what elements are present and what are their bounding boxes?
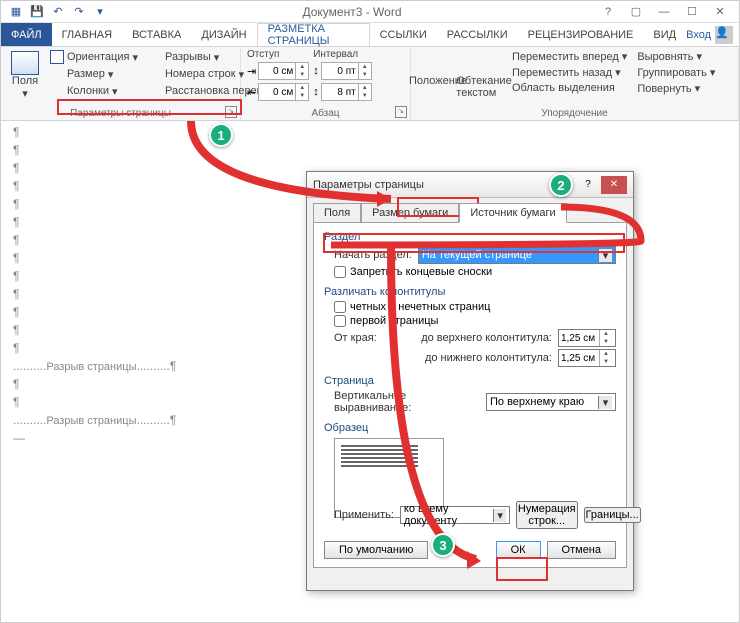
- page-setup-launcher[interactable]: ↘: [225, 106, 237, 118]
- save-icon[interactable]: 💾: [28, 3, 46, 21]
- suppress-endnotes-checkbox[interactable]: [334, 266, 346, 278]
- from-edge-label: От края:: [334, 332, 377, 344]
- indent-left-spin[interactable]: ▲▼: [258, 62, 309, 80]
- apply-to-label: Применить:: [334, 509, 394, 521]
- start-section-combo[interactable]: На текущей странице▾: [418, 246, 616, 264]
- paragraph-launcher[interactable]: ↘: [395, 106, 407, 118]
- qat-customize-icon[interactable]: ▾: [91, 3, 109, 21]
- spacing-label: Интервал: [313, 49, 372, 60]
- group-paragraph: Отступ ⇥▲▼ ⇤▲▼ Интервал ↕▲▼ ↕▲▼ Абзац ↘: [241, 47, 411, 120]
- line-numbers-button[interactable]: Нумерация строк...: [516, 501, 578, 529]
- word-icon: ▦: [7, 3, 25, 21]
- app-title: Документ3 - Word: [109, 5, 595, 19]
- help-icon[interactable]: ?: [595, 3, 621, 21]
- dialog-body: Раздел Начать раздел: На текущей страниц…: [313, 222, 627, 568]
- dialog-tabs: Поля Размер бумаги Источник бумаги: [307, 198, 633, 222]
- group-title-page-setup: Параметры страницы: [1, 108, 240, 119]
- ribbon-tabs: ФАЙЛ ГЛАВНАЯ ВСТАВКА ДИЗАЙН РАЗМЕТКА СТР…: [1, 23, 739, 47]
- orientation-button[interactable]: Ориентация ▾: [47, 49, 141, 65]
- page-setup-dialog: Параметры страницы ?✕ Поля Размер бумаги…: [306, 171, 634, 591]
- tab-layout[interactable]: РАЗМЕТКА СТРАНИЦЫ: [257, 23, 370, 46]
- tab-insert[interactable]: ВСТАВКА: [122, 23, 191, 46]
- group-arrange: Положение Обтекание текстом Переместить …: [411, 47, 739, 120]
- tab-references[interactable]: ССЫЛКИ: [370, 23, 437, 46]
- borders-button[interactable]: Границы...: [584, 507, 641, 523]
- maximize-icon[interactable]: ☐: [679, 3, 705, 21]
- bring-forward-button[interactable]: Переместить вперед ▾: [509, 49, 630, 64]
- undo-icon[interactable]: ↶: [49, 3, 67, 21]
- space-after-icon: ↕: [313, 86, 319, 98]
- indent-right-icon: ⇤: [247, 86, 256, 99]
- ok-button[interactable]: ОК: [496, 541, 541, 559]
- valign-combo[interactable]: По верхнему краю▾: [486, 393, 616, 411]
- indent-label: Отступ: [247, 49, 309, 60]
- columns-button[interactable]: Колонки ▾: [47, 83, 141, 99]
- dialog-tab-source[interactable]: Источник бумаги: [459, 203, 566, 223]
- preview-heading: Образец: [324, 422, 616, 434]
- dialog-tab-fields[interactable]: Поля: [313, 203, 361, 223]
- odd-even-label: четных и нечетных страниц: [350, 301, 490, 313]
- group-page-setup: Поля▾ Ориентация ▾ Размер ▾ Колонки ▾ Ра…: [1, 47, 241, 120]
- page-heading: Страница: [324, 375, 616, 387]
- cancel-button[interactable]: Отмена: [547, 541, 616, 559]
- dialog-titlebar: Параметры страницы ?✕: [307, 172, 633, 198]
- space-after-spin[interactable]: ▲▼: [321, 83, 372, 101]
- space-before-spin[interactable]: ▲▼: [321, 62, 372, 80]
- ribbon-options-icon[interactable]: ▢: [623, 3, 649, 21]
- tab-review[interactable]: РЕЦЕНЗИРОВАНИЕ: [518, 23, 644, 46]
- to-footer-label: до нижнего колонтитула:: [425, 352, 552, 364]
- tab-file[interactable]: ФАЙЛ: [1, 23, 52, 46]
- start-section-label: Начать раздел:: [334, 249, 412, 261]
- callout-2: 2: [549, 173, 573, 197]
- ribbon: Поля▾ Ориентация ▾ Размер ▾ Колонки ▾ Ра…: [1, 47, 739, 121]
- suppress-endnotes-label: Запретить концевые сноски: [350, 266, 492, 278]
- default-button[interactable]: По умолчанию: [324, 541, 428, 559]
- dialog-help-icon[interactable]: ?: [575, 176, 601, 194]
- align-button[interactable]: Выровнять ▾: [634, 49, 718, 64]
- space-before-icon: ↕: [313, 65, 319, 77]
- first-page-label: первой страницы: [350, 315, 438, 327]
- send-backward-button[interactable]: Переместить назад ▾: [509, 65, 630, 80]
- callout-3: 3: [431, 533, 455, 557]
- headers-heading: Различать колонтитулы: [324, 286, 616, 298]
- redo-icon[interactable]: ↷: [70, 3, 88, 21]
- tab-design[interactable]: ДИЗАЙН: [191, 23, 256, 46]
- close-icon[interactable]: ✕: [707, 3, 733, 21]
- group-title-paragraph: Абзац: [241, 108, 410, 119]
- group-title-arrange: Упорядочение: [411, 108, 738, 119]
- first-page-checkbox[interactable]: [334, 315, 346, 327]
- section-heading: Раздел: [324, 231, 616, 243]
- odd-even-checkbox[interactable]: [334, 301, 346, 313]
- tab-mailings[interactable]: РАССЫЛКИ: [437, 23, 518, 46]
- chevron-down-icon[interactable]: ▾: [493, 509, 506, 522]
- size-button[interactable]: Размер ▾: [47, 66, 141, 82]
- footer-distance-spin[interactable]: ▲▼: [558, 349, 616, 367]
- callout-1: 1: [209, 123, 233, 147]
- chevron-down-icon[interactable]: ▾: [598, 249, 612, 262]
- tab-view[interactable]: ВИД: [643, 23, 686, 46]
- chevron-down-icon[interactable]: ▾: [598, 396, 612, 409]
- dialog-close-icon[interactable]: ✕: [601, 176, 627, 194]
- minimize-icon[interactable]: —: [651, 3, 677, 21]
- header-distance-spin[interactable]: ▲▼: [558, 329, 616, 347]
- group-button[interactable]: Группировать ▾: [634, 65, 718, 80]
- indent-left-icon: ⇥: [247, 65, 256, 78]
- indent-right-spin[interactable]: ▲▼: [258, 83, 309, 101]
- user-icon[interactable]: 👤: [715, 26, 733, 44]
- dialog-title: Параметры страницы: [313, 179, 575, 191]
- apply-to-combo[interactable]: ко всему документу▾: [400, 506, 510, 524]
- selection-pane-button[interactable]: Область выделения: [509, 81, 630, 95]
- quick-access-toolbar: ▦ 💾 ↶ ↷ ▾: [7, 3, 109, 21]
- tab-home[interactable]: ГЛАВНАЯ: [52, 23, 122, 46]
- title-bar: ▦ 💾 ↶ ↷ ▾ Документ3 - Word ? ▢ — ☐ ✕: [1, 1, 739, 23]
- login-link[interactable]: Вход: [686, 29, 711, 41]
- dialog-tab-size[interactable]: Размер бумаги: [361, 203, 459, 223]
- valign-label: Вертикальное выравнивание:: [334, 390, 480, 414]
- window-controls: ? ▢ — ☐ ✕: [595, 3, 733, 21]
- to-header-label: до верхнего колонтитула:: [421, 332, 552, 344]
- rotate-button[interactable]: Повернуть ▾: [634, 81, 718, 96]
